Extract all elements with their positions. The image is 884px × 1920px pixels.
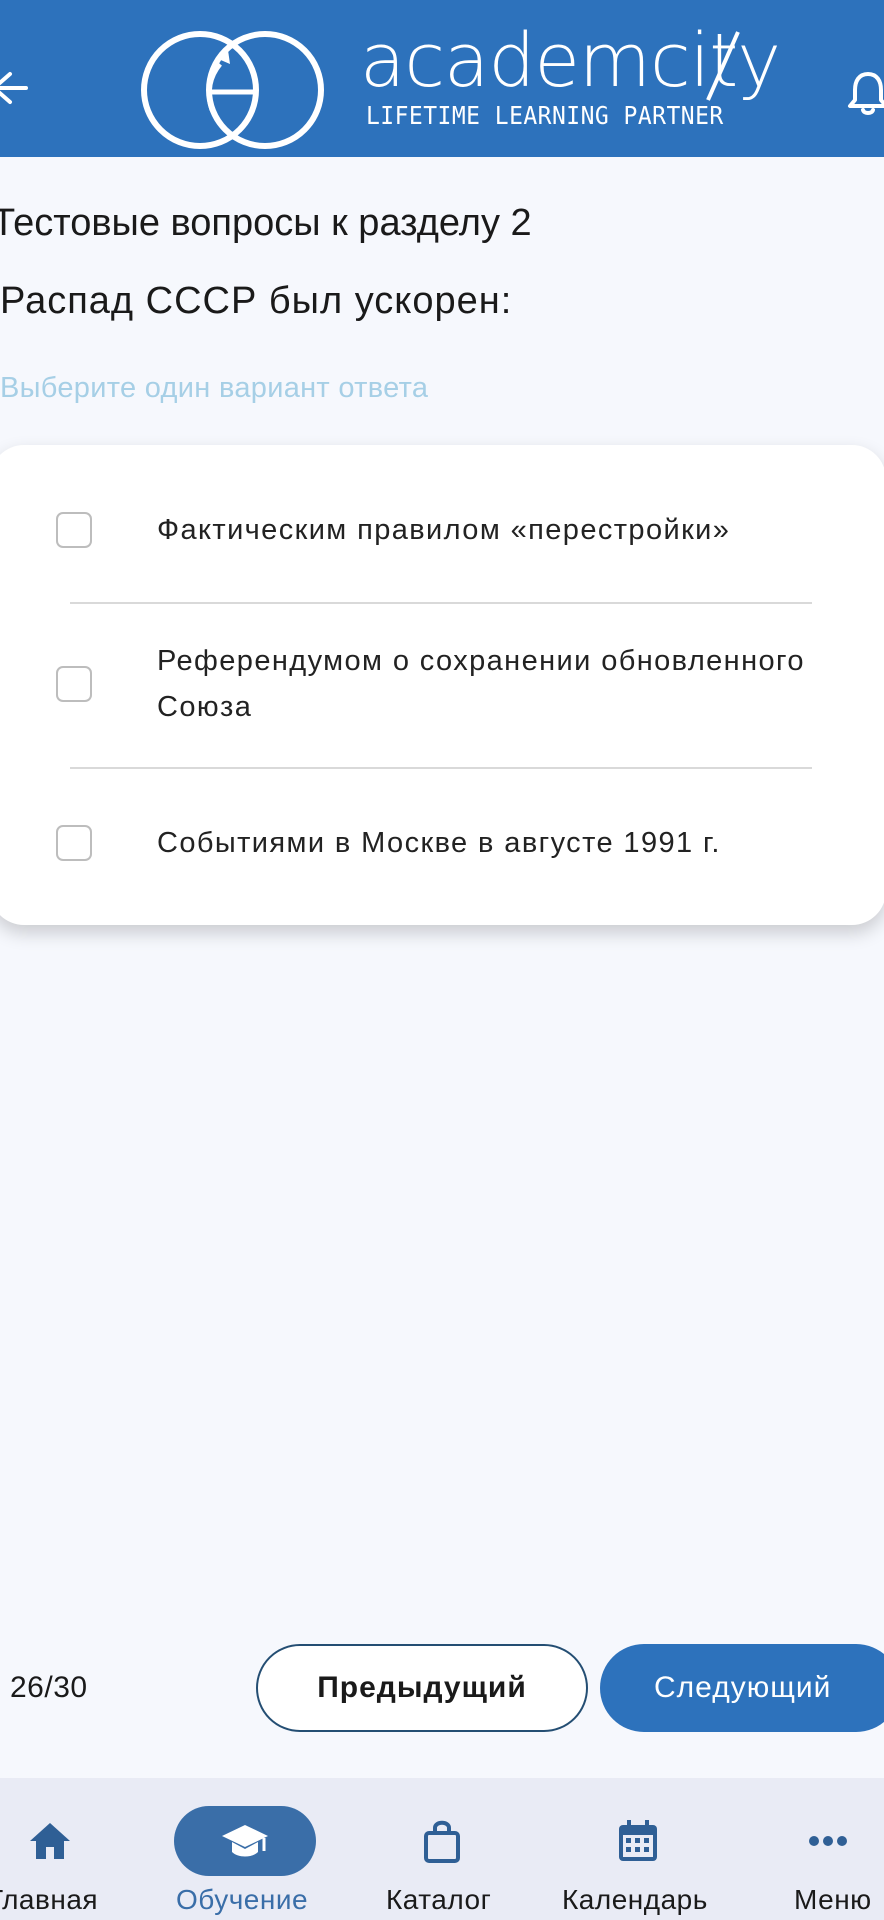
- bottom-navigation: Главная Обучение Каталог: [0, 1778, 884, 1920]
- more-dots-icon: [809, 1836, 847, 1846]
- nav-item-home[interactable]: Главная: [0, 1778, 110, 1920]
- answer-options-card: Фактическим правилом «перестройки» Рефер…: [0, 445, 884, 925]
- nav-item-menu[interactable]: Меню: [790, 1778, 884, 1920]
- calendar-icon: [619, 1820, 657, 1861]
- next-button[interactable]: Следующий: [600, 1644, 884, 1732]
- previous-button[interactable]: Предыдущий: [256, 1644, 588, 1732]
- question-counter: 26/30: [10, 1671, 88, 1704]
- academcity-logo: academcity LIFETIME LEARNING PARTNER: [140, 24, 781, 152]
- nav-active-indicator: [174, 1806, 316, 1876]
- answer-option-3[interactable]: Событиями в Москве в августе 1991 г.: [0, 769, 884, 925]
- option-checkbox[interactable]: [56, 825, 92, 861]
- shopping-bag-icon: [424, 1820, 460, 1863]
- option-checkbox[interactable]: [56, 666, 92, 702]
- nav-label: Главная: [0, 1884, 99, 1915]
- app-header: academcity LIFETIME LEARNING PARTNER: [0, 0, 884, 157]
- brand-slash-icon: [706, 31, 740, 101]
- answer-option-1[interactable]: Фактическим правилом «перестройки»: [0, 445, 884, 603]
- home-icon: [30, 1823, 70, 1859]
- nav-label: Меню: [794, 1884, 872, 1915]
- nav-label: Календарь: [562, 1884, 708, 1915]
- option-label: Референдумом о сохранении обновленного С…: [157, 645, 805, 723]
- nav-item-learning[interactable]: Обучение: [170, 1778, 320, 1920]
- nav-label: Каталог: [386, 1884, 492, 1915]
- option-checkbox[interactable]: [56, 512, 92, 548]
- brand-tagline: LIFETIME LEARNING PARTNER: [366, 101, 724, 130]
- answer-option-2[interactable]: Референдумом о сохранении обновленного С…: [0, 604, 884, 766]
- back-arrow-icon[interactable]: [0, 66, 30, 110]
- nav-label: Обучение: [176, 1884, 309, 1915]
- option-label: Фактическим правилом «перестройки»: [157, 514, 731, 546]
- nav-item-calendar[interactable]: Календарь: [556, 1778, 722, 1920]
- graduation-cap-icon: [222, 1825, 268, 1857]
- logo-circles-icon: [141, 31, 324, 149]
- notification-bell-icon[interactable]: [846, 68, 884, 116]
- option-label: Событиями в Москве в августе 1991 г.: [157, 827, 721, 859]
- question-text: Распад СССР был ускорен:: [0, 280, 513, 322]
- section-title: Тестовые вопросы к разделу 2: [0, 202, 532, 244]
- nav-item-catalog[interactable]: Каталог: [380, 1778, 504, 1920]
- answer-hint: Выберите один вариант ответа: [0, 372, 429, 404]
